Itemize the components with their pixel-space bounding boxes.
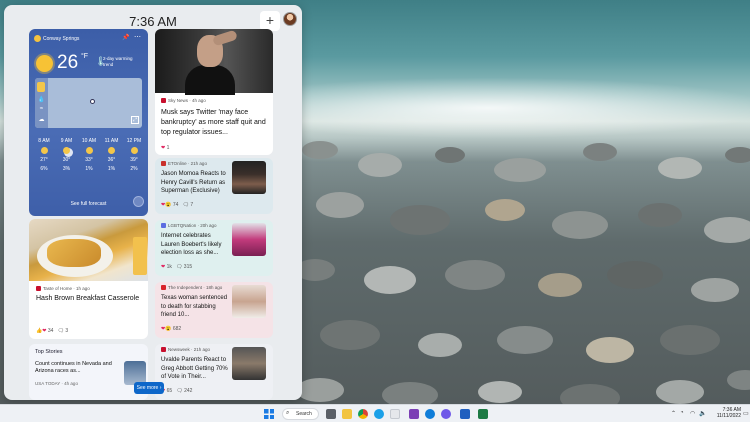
comment-icon: 🗨 <box>176 264 183 270</box>
news-title[interactable]: Internet celebrates Lauren Boebert's lik… <box>161 232 231 258</box>
recipe-card[interactable]: Taste of Home · 1h ago Hash Brown Breakf… <box>29 219 148 339</box>
comment-icon: 🗨 <box>57 328 64 334</box>
news-source: Newsweek · 21h ago <box>161 347 210 352</box>
add-widget-button[interactable]: + <box>260 11 280 31</box>
wave-foam <box>300 78 750 138</box>
start-icon[interactable] <box>264 409 274 419</box>
temperature-layer-icon[interactable] <box>37 82 45 92</box>
pin-icon[interactable]: 📌 <box>122 34 129 41</box>
search-label: Search <box>296 411 312 417</box>
panel-clock: 7:36 AM <box>129 14 177 29</box>
news-title[interactable]: Uvalde Parents React to Greg Abbott Gett… <box>161 356 231 382</box>
sun-icon <box>85 147 93 154</box>
reactions[interactable]: ❤😮 682 <box>161 326 181 332</box>
settings-icon[interactable] <box>390 409 400 419</box>
recipe-title[interactable]: Hash Brown Breakfast Casserole <box>36 295 139 302</box>
file-explorer-icon[interactable] <box>342 409 352 419</box>
forecast-hour: 8 AM 27° 6% <box>38 138 50 172</box>
story-title[interactable]: Count continues in Nevada and Arizona ra… <box>35 361 115 375</box>
news-source: The Independent · 18h ago <box>161 285 222 290</box>
weather-unit: °F <box>81 53 89 60</box>
top-stories-heading: Top Stories <box>35 349 63 355</box>
notification-icon[interactable]: ▭ <box>743 410 749 417</box>
weather-trend[interactable]: 2-day warming trend <box>103 56 143 68</box>
avatar[interactable] <box>283 12 297 26</box>
search-icon: ⌕ <box>286 410 290 416</box>
sun-icon <box>34 35 41 42</box>
sun-icon <box>108 147 115 154</box>
see-more-button[interactable]: See more › <box>134 382 164 394</box>
edge-dev-icon[interactable] <box>425 409 435 419</box>
comment-icon: 🗨 <box>176 388 183 394</box>
wifi-icon[interactable]: ◠ <box>690 410 695 417</box>
drop-icon[interactable]: 💧 <box>37 96 46 103</box>
forecast-hour: 12 PM 39° 2% <box>126 138 142 172</box>
weather-temperature: 26 <box>57 52 79 73</box>
edge-icon[interactable] <box>374 409 384 419</box>
news-title[interactable]: Musk says Twitter 'may face bankruptcy' … <box>161 108 269 138</box>
story-source: USA TODAY · 4h ago <box>35 381 78 386</box>
weather-map[interactable]: 💧 ≈ ☁ ⤢ <box>35 78 142 128</box>
task-view-icon[interactable] <box>326 409 336 419</box>
taskbar-search[interactable]: ⌕ Search <box>282 408 319 420</box>
volume-icon[interactable]: 🔈 <box>699 410 706 417</box>
cloud-sun-icon <box>63 147 70 154</box>
recipe-image <box>29 219 148 281</box>
reactions[interactable]: ❤😮 74 🗨 7 <box>161 202 193 208</box>
weather-widget[interactable]: Conway Springs 📌 ⋯ 26 °F 🌡 2-day warming… <box>29 29 148 216</box>
news-card[interactable]: The Independent · 18h ago Texas woman se… <box>155 282 273 338</box>
comment-icon: 🗨 <box>182 202 189 208</box>
news-image <box>155 29 273 95</box>
news-card[interactable]: ETOnline · 21h ago Jason Momoa Reacts to… <box>155 158 273 214</box>
network-icon[interactable]: ◔ <box>680 410 684 416</box>
see-full-forecast-link[interactable]: See full forecast <box>29 201 148 207</box>
news-thumbnail <box>232 347 266 380</box>
weather-badge-icon[interactable] <box>133 196 144 207</box>
sun-icon <box>130 147 138 154</box>
reactions[interactable]: 👍❤ 34 🗨 3 <box>36 328 68 334</box>
map-layer-bar: 💧 ≈ ☁ <box>35 78 48 128</box>
more-options-icon[interactable]: ⋯ <box>134 33 141 41</box>
news-card[interactable]: Newsweek · 21h ago Uvalde Parents React … <box>155 344 273 400</box>
news-source: Sky News · 4h ago <box>161 98 206 103</box>
messenger-icon[interactable] <box>441 409 451 419</box>
news-thumbnail <box>232 223 266 256</box>
news-title[interactable]: Texas woman sentenced to death for stabb… <box>161 294 231 320</box>
sunny-icon <box>36 55 53 72</box>
location-marker-icon <box>90 99 95 104</box>
top-stories-card[interactable]: Top Stories Count continues in Nevada an… <box>29 344 148 400</box>
reactions[interactable]: ❤ 1 <box>161 145 169 151</box>
sun-icon <box>40 147 48 154</box>
word-icon[interactable] <box>460 409 470 419</box>
cloud-icon[interactable]: ☁ <box>37 116 46 123</box>
forecast-hour: 10 AM 33° 1% <box>81 138 97 172</box>
news-thumbnail <box>232 161 266 194</box>
news-source: Taste of Home · 1h ago <box>36 286 90 291</box>
reactions[interactable]: ❤ 1k 🗨 315 <box>161 264 192 270</box>
news-hero-card[interactable]: Sky News · 4h ago Musk says Twitter 'may… <box>155 29 273 155</box>
expand-icon[interactable]: ⤢ <box>131 116 139 124</box>
wind-icon[interactable]: ≈ <box>37 106 46 112</box>
excel-icon[interactable] <box>478 409 488 419</box>
news-card[interactable]: LGBTQNation · 20h ago Internet celebrate… <box>155 220 273 276</box>
news-title[interactable]: Jason Momoa Reacts to Henry Cavill's Ret… <box>161 170 231 196</box>
pebbles-image <box>295 141 750 404</box>
news-thumbnail <box>232 285 266 318</box>
hourly-forecast: 8 AM 27° 6% 9 AM 30° 3% 10 AM 33° 1% 11 AM … <box>33 139 145 172</box>
chevron-up-icon[interactable]: ⌃ <box>671 410 676 417</box>
reactions[interactable]: ❤ 65 🗨 242 <box>161 388 192 394</box>
taskbar: ⌕ Search ⌃ ◔ ◠ 🔈 7:36 AM 11/11/2022 ▭ <box>0 404 750 422</box>
chrome-icon[interactable] <box>358 409 368 419</box>
weather-location: Conway Springs <box>43 36 80 42</box>
news-source: ETOnline · 21h ago <box>161 161 207 166</box>
onenote-icon[interactable] <box>409 409 419 419</box>
taskbar-clock[interactable]: 7:36 AM 11/11/2022 <box>711 407 741 419</box>
news-source: LGBTQNation · 20h ago <box>161 223 217 228</box>
forecast-hour: 11 AM 36° 1% <box>104 138 119 172</box>
forecast-hour: 9 AM 30° 3% <box>60 138 73 172</box>
